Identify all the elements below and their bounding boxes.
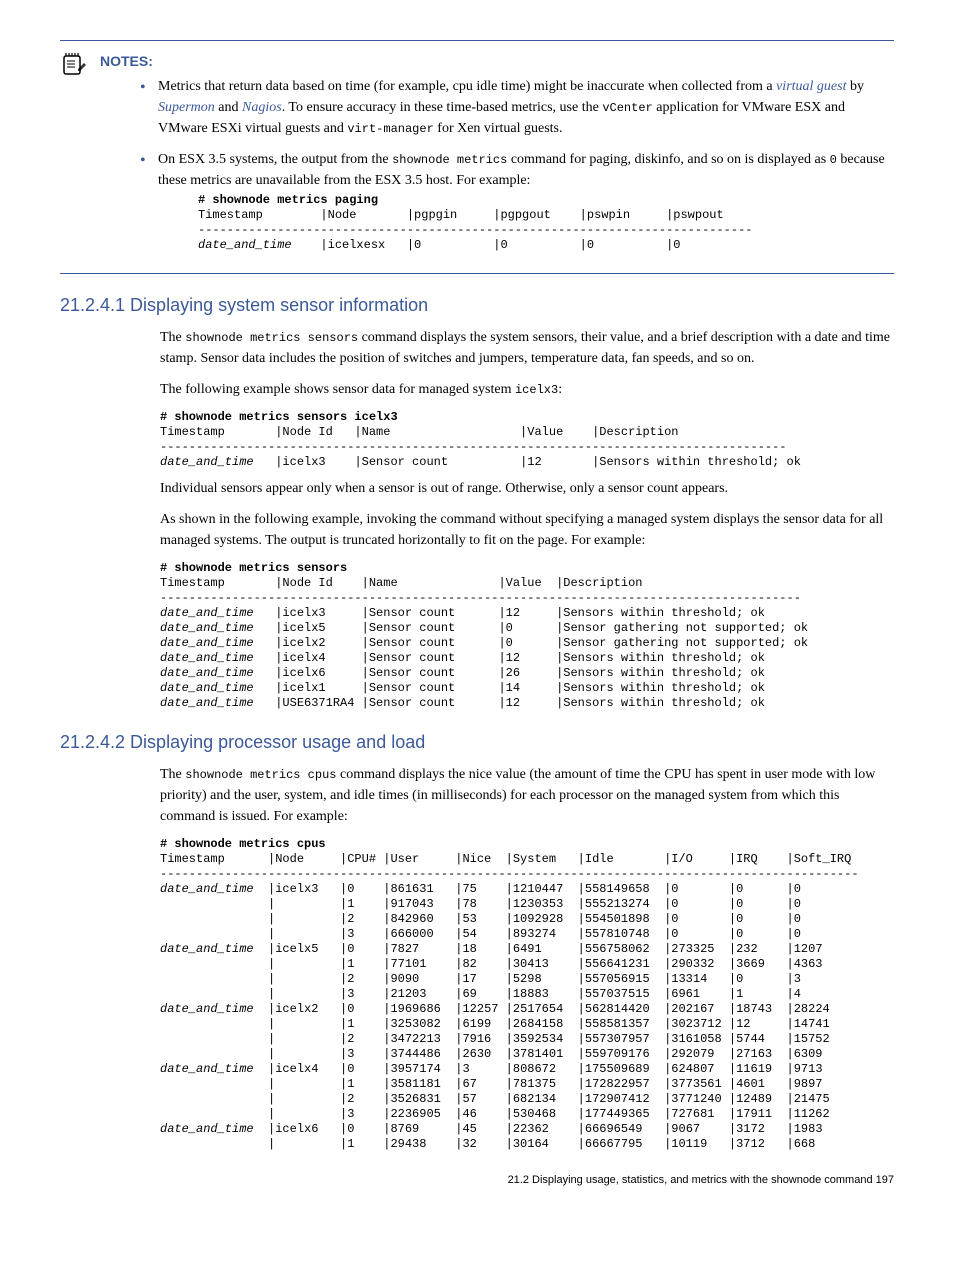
note-text: command for paging, diskinfo, and so on … — [507, 152, 829, 167]
code-zero: 0 — [830, 153, 837, 167]
notes-list: Metrics that return data based on time (… — [140, 76, 894, 253]
note-item: On ESX 3.5 systems, the output from the … — [140, 149, 894, 253]
text: The — [160, 767, 185, 782]
section-heading-cpus: 21.2.4.2 Displaying processor usage and … — [60, 729, 894, 756]
cmd-output: Timestamp |Node |pgpgin |pgpgout |pswpin… — [198, 208, 753, 252]
cmd-line: # shownode metrics cpus — [160, 837, 326, 851]
notes-block: NOTES: Metrics that return data based on… — [60, 51, 894, 263]
code-vcenter: vCenter — [602, 101, 652, 115]
link-supermon[interactable]: Supermon — [158, 100, 215, 115]
text: The — [160, 330, 185, 345]
cmd-line: # shownode metrics sensors icelx3 — [160, 410, 398, 424]
section-body: The shownode metrics cpus command displa… — [160, 764, 894, 1152]
section-heading-sensors: 21.2.4.1 Displaying system sensor inform… — [60, 292, 894, 319]
code-virt-manager: virt-manager — [347, 122, 433, 136]
note-item: Metrics that return data based on time (… — [140, 76, 894, 139]
example-cpus: # shownode metrics cpus Timestamp |Node … — [160, 837, 894, 1152]
para: Individual sensors appear only when a se… — [160, 478, 894, 499]
note-text: for Xen virtual guests. — [434, 121, 563, 136]
rule-bottom — [60, 273, 894, 274]
rule-top — [60, 40, 894, 41]
page-footer: 21.2 Displaying usage, statistics, and m… — [60, 1172, 894, 1189]
para: The shownode metrics cpus command displa… — [160, 764, 894, 827]
cmd-line: # shownode metrics paging — [198, 193, 378, 207]
link-virtual-guest[interactable]: virtual guest — [776, 79, 846, 94]
code-icelx3: icelx3 — [515, 383, 558, 397]
code-cpus-cmd: shownode metrics cpus — [185, 768, 336, 782]
text: : — [558, 382, 562, 397]
cmd-output: Timestamp |Node Id |Name |Value |Descrip… — [160, 425, 801, 469]
example-sensors-all: # shownode metrics sensors Timestamp |No… — [160, 561, 894, 711]
example-sensors-single: # shownode metrics sensors icelx3 Timest… — [160, 410, 894, 470]
cmd-line: # shownode metrics sensors — [160, 561, 347, 575]
para: The shownode metrics sensors command dis… — [160, 327, 894, 369]
note-text: by — [846, 79, 864, 94]
note-text: On ESX 3.5 systems, the output from the — [158, 152, 392, 167]
text: The following example shows sensor data … — [160, 382, 515, 397]
code-sensors-cmd: shownode metrics sensors — [185, 331, 358, 345]
note-text: . To ensure accuracy in these time-based… — [282, 100, 603, 115]
code-shownode-metrics: shownode metrics — [392, 153, 507, 167]
note-text: and — [215, 100, 242, 115]
cmd-output: Timestamp |Node Id |Name |Value |Descrip… — [160, 576, 808, 710]
note-text: Metrics that return data based on time (… — [158, 79, 776, 94]
link-nagios[interactable]: Nagios — [242, 100, 282, 115]
cmd-output: Timestamp |Node |CPU# |User |Nice |Syste… — [160, 852, 859, 1151]
notes-icon — [60, 51, 94, 84]
para: As shown in the following example, invok… — [160, 509, 894, 551]
section-body: The shownode metrics sensors command dis… — [160, 327, 894, 711]
example-paging: # shownode metrics paging Timestamp |Nod… — [198, 193, 894, 253]
notes-heading: NOTES: — [100, 51, 894, 72]
para: The following example shows sensor data … — [160, 379, 894, 400]
